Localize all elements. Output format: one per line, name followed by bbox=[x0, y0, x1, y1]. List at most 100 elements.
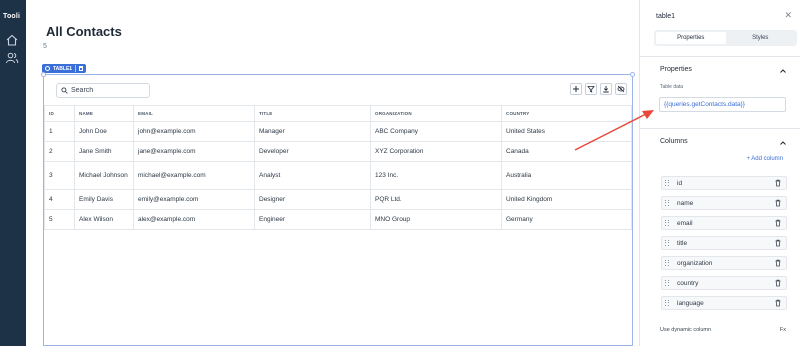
cell-title[interactable]: Manager bbox=[254, 121, 371, 142]
column-item-label: country bbox=[677, 279, 699, 287]
cell-country[interactable]: Australia bbox=[501, 161, 632, 190]
cell-email[interactable]: jane@example.com bbox=[133, 141, 255, 162]
cell-organization[interactable]: XYZ Corporation bbox=[370, 141, 502, 162]
cell-title[interactable]: Developer bbox=[254, 141, 371, 162]
cell-id[interactable]: 3 bbox=[44, 161, 75, 190]
trash-icon[interactable] bbox=[774, 179, 782, 187]
cell-organization[interactable]: ABC Company bbox=[370, 121, 502, 142]
drag-handle-icon[interactable] bbox=[665, 220, 669, 226]
filter-icon bbox=[587, 86, 595, 93]
home-icon[interactable] bbox=[5, 33, 19, 47]
column-item[interactable]: name bbox=[661, 196, 787, 210]
resize-handle-top-right[interactable] bbox=[630, 72, 635, 77]
resize-handle-top-left[interactable] bbox=[41, 72, 46, 77]
cell-organization[interactable]: PQR Ltd. bbox=[370, 189, 502, 210]
column-header-email[interactable]: EMAIL bbox=[133, 105, 255, 122]
cell-name[interactable]: Michael Johnson bbox=[74, 161, 134, 190]
cell-country[interactable]: Germany bbox=[501, 209, 632, 230]
label-divider bbox=[75, 65, 77, 72]
add-row-button[interactable] bbox=[570, 83, 582, 95]
cell-title[interactable]: Engineer bbox=[254, 209, 371, 230]
close-icon[interactable]: ✕ bbox=[784, 10, 792, 21]
hide-columns-button[interactable] bbox=[615, 83, 627, 95]
table-toolbar bbox=[567, 83, 627, 95]
trash-icon[interactable] bbox=[774, 259, 782, 267]
column-item-label: language bbox=[677, 299, 704, 307]
cell-name[interactable]: John Doe bbox=[74, 121, 134, 142]
add-column-button[interactable]: + Add column bbox=[746, 156, 783, 162]
table-row[interactable]: 5 Alex Wilson alex@example.com Engineer … bbox=[44, 209, 632, 230]
table-widget-label[interactable]: TABLE1 bbox=[42, 64, 87, 73]
widget-dot-icon bbox=[45, 66, 50, 71]
table-row[interactable]: 3 Michael Johnson michael@example.com An… bbox=[44, 161, 632, 190]
cell-id[interactable]: 1 bbox=[44, 121, 75, 142]
app-logo: Tooli bbox=[3, 13, 21, 20]
column-item[interactable]: id bbox=[661, 176, 787, 190]
eye-off-icon bbox=[617, 85, 625, 93]
cell-organization[interactable]: 123 Inc. bbox=[370, 161, 502, 190]
trash-icon[interactable] bbox=[774, 239, 782, 247]
column-item[interactable]: title bbox=[661, 236, 787, 250]
cell-organization[interactable]: MNO Group bbox=[370, 209, 502, 230]
column-header-country[interactable]: COUNTRY bbox=[501, 105, 632, 122]
fx-toggle[interactable]: Fx bbox=[780, 327, 786, 333]
tab-properties[interactable]: Properties bbox=[656, 32, 726, 44]
properties-section-title: Properties bbox=[660, 66, 692, 73]
cell-title[interactable]: Designer bbox=[254, 189, 371, 210]
cell-email[interactable]: michael@example.com bbox=[133, 161, 255, 190]
table-row[interactable]: 4 Emily Davis emily@example.com Designer… bbox=[44, 189, 632, 210]
filter-button[interactable] bbox=[585, 83, 597, 95]
trash-icon[interactable] bbox=[774, 279, 782, 287]
column-header-organization[interactable]: ORGANIZATION bbox=[370, 105, 502, 122]
plus-icon bbox=[573, 86, 579, 92]
table-search[interactable] bbox=[56, 83, 150, 98]
column-item-label: email bbox=[677, 219, 693, 227]
table-data-input[interactable]: {{queries.getContacts.data}} bbox=[659, 97, 786, 112]
search-input[interactable] bbox=[71, 87, 143, 94]
drag-handle-icon[interactable] bbox=[665, 300, 669, 306]
cell-id[interactable]: 5 bbox=[44, 209, 75, 230]
download-button[interactable] bbox=[600, 83, 612, 95]
column-item[interactable]: email bbox=[661, 216, 787, 230]
column-item[interactable]: organization bbox=[661, 256, 787, 270]
cell-email[interactable]: alex@example.com bbox=[133, 209, 255, 230]
tab-styles[interactable]: Styles bbox=[726, 32, 796, 44]
drag-handle-icon[interactable] bbox=[665, 260, 669, 266]
column-item[interactable]: country bbox=[661, 276, 787, 290]
column-item[interactable]: language bbox=[661, 296, 787, 310]
table-row[interactable]: 2 Jane Smith jane@example.com Developer … bbox=[44, 141, 632, 162]
cell-id[interactable]: 2 bbox=[44, 141, 75, 162]
drag-handle-icon[interactable] bbox=[665, 200, 669, 206]
cell-name[interactable]: Emily Davis bbox=[74, 189, 134, 210]
column-header-name[interactable]: NAME bbox=[74, 105, 134, 122]
drag-handle-icon[interactable] bbox=[665, 240, 669, 246]
table-widget-name: TABLE1 bbox=[53, 65, 73, 72]
column-item-label: id bbox=[677, 179, 683, 187]
drag-handle-icon[interactable] bbox=[665, 180, 669, 186]
cell-name[interactable]: Jane Smith bbox=[74, 141, 134, 162]
cell-email[interactable]: emily@example.com bbox=[133, 189, 255, 210]
cell-country[interactable]: United Kingdom bbox=[501, 189, 632, 210]
cell-country[interactable]: Canada bbox=[501, 141, 632, 162]
dynamic-column-label: Use dynamic column bbox=[660, 327, 712, 333]
table-row[interactable]: 1 John Doe john@example.com Manager ABC … bbox=[44, 121, 632, 142]
columns-section-title: Columns bbox=[660, 138, 688, 145]
delete-widget-icon[interactable] bbox=[79, 66, 84, 71]
column-header-id[interactable]: ID bbox=[44, 105, 75, 122]
cell-name[interactable]: Alex Wilson bbox=[74, 209, 134, 230]
table-widget[interactable]: ID NAME EMAIL TITLE ORGANIZATION COUNTRY… bbox=[41, 72, 635, 346]
cell-id[interactable]: 4 bbox=[44, 189, 75, 210]
chevron-up-icon[interactable] bbox=[779, 139, 787, 147]
column-header-title[interactable]: TITLE bbox=[254, 105, 371, 122]
trash-icon[interactable] bbox=[774, 299, 782, 307]
cell-country[interactable]: United States bbox=[501, 121, 632, 142]
cell-email[interactable]: john@example.com bbox=[133, 121, 255, 142]
drag-handle-icon[interactable] bbox=[665, 280, 669, 286]
cell-title[interactable]: Analyst bbox=[254, 161, 371, 190]
trash-icon[interactable] bbox=[774, 199, 782, 207]
search-icon bbox=[61, 87, 68, 94]
chevron-up-icon[interactable] bbox=[779, 67, 787, 75]
trash-icon[interactable] bbox=[774, 219, 782, 227]
users-icon[interactable] bbox=[5, 51, 19, 65]
column-item-label: name bbox=[677, 199, 694, 207]
